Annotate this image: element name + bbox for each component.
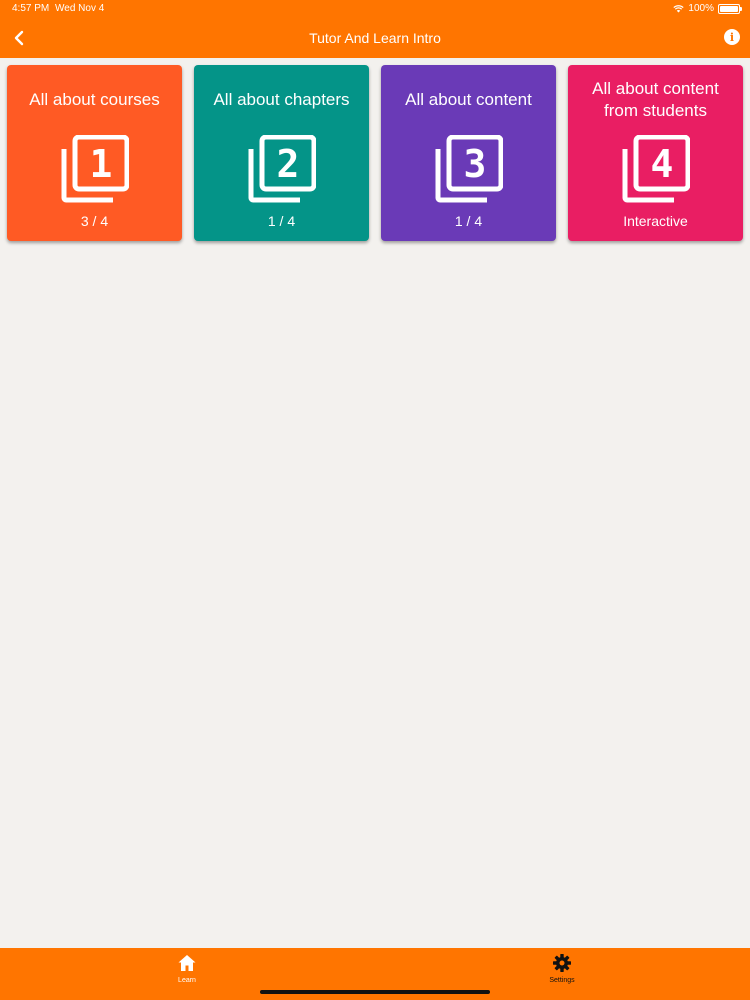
status-time: 4:57 PM xyxy=(12,3,50,14)
tab-label-learn: Learn xyxy=(178,977,196,984)
status-bar: 4:57 PM Wed Nov 4 100% xyxy=(0,0,750,18)
home-indicator xyxy=(260,990,490,994)
card-title: All about chapters xyxy=(213,90,350,109)
card-progress: 3 / 4 xyxy=(80,213,109,229)
card-progress: 1 / 4 xyxy=(267,213,296,229)
info-button[interactable]: i xyxy=(724,29,740,45)
home-icon xyxy=(178,955,196,971)
top-app-bar: 4:57 PM Wed Nov 4 100% Tutor And Learn I… xyxy=(0,0,750,58)
tab-settings[interactable]: Settings xyxy=(532,953,592,989)
lesson-card-4[interactable]: All about content from students 4 Intera… xyxy=(568,65,743,241)
battery-percent: 100% xyxy=(688,3,714,14)
card-title: All about content xyxy=(405,90,532,109)
lesson-card-3[interactable]: All about content 3 1 / 4 xyxy=(381,65,556,241)
card-title: All about content from students xyxy=(592,79,719,120)
card-number: 4 xyxy=(650,142,673,186)
battery-icon xyxy=(718,3,742,14)
wifi-icon xyxy=(673,4,685,12)
tab-label-settings: Settings xyxy=(549,977,575,984)
filter-3-icon: 3 xyxy=(435,135,503,203)
card-number: 3 xyxy=(463,142,486,186)
info-icon: i xyxy=(729,30,735,44)
filter-1-icon: 1 xyxy=(61,135,129,203)
lesson-card-1[interactable]: All about courses 1 3 / 4 xyxy=(7,65,182,241)
page-title: Tutor And Learn Intro xyxy=(309,30,441,46)
card-number: 2 xyxy=(276,142,299,186)
filter-2-icon: 2 xyxy=(248,135,316,203)
card-progress: 1 / 4 xyxy=(454,213,483,229)
lesson-card-2[interactable]: All about chapters 2 1 / 4 xyxy=(194,65,369,241)
card-title: All about courses xyxy=(29,90,160,109)
status-date: Wed Nov 4 xyxy=(55,3,105,14)
gear-icon xyxy=(553,954,571,972)
lesson-card-grid: All about courses 1 3 / 4 All about chap… xyxy=(7,65,747,241)
tab-learn[interactable]: Learn xyxy=(157,953,217,989)
card-status: Interactive xyxy=(623,213,688,229)
filter-4-icon: 4 xyxy=(622,135,690,203)
card-number: 1 xyxy=(89,142,112,186)
app-screen: 4:57 PM Wed Nov 4 100% Tutor And Learn I… xyxy=(0,0,750,1000)
status-right: 100% xyxy=(673,3,742,14)
